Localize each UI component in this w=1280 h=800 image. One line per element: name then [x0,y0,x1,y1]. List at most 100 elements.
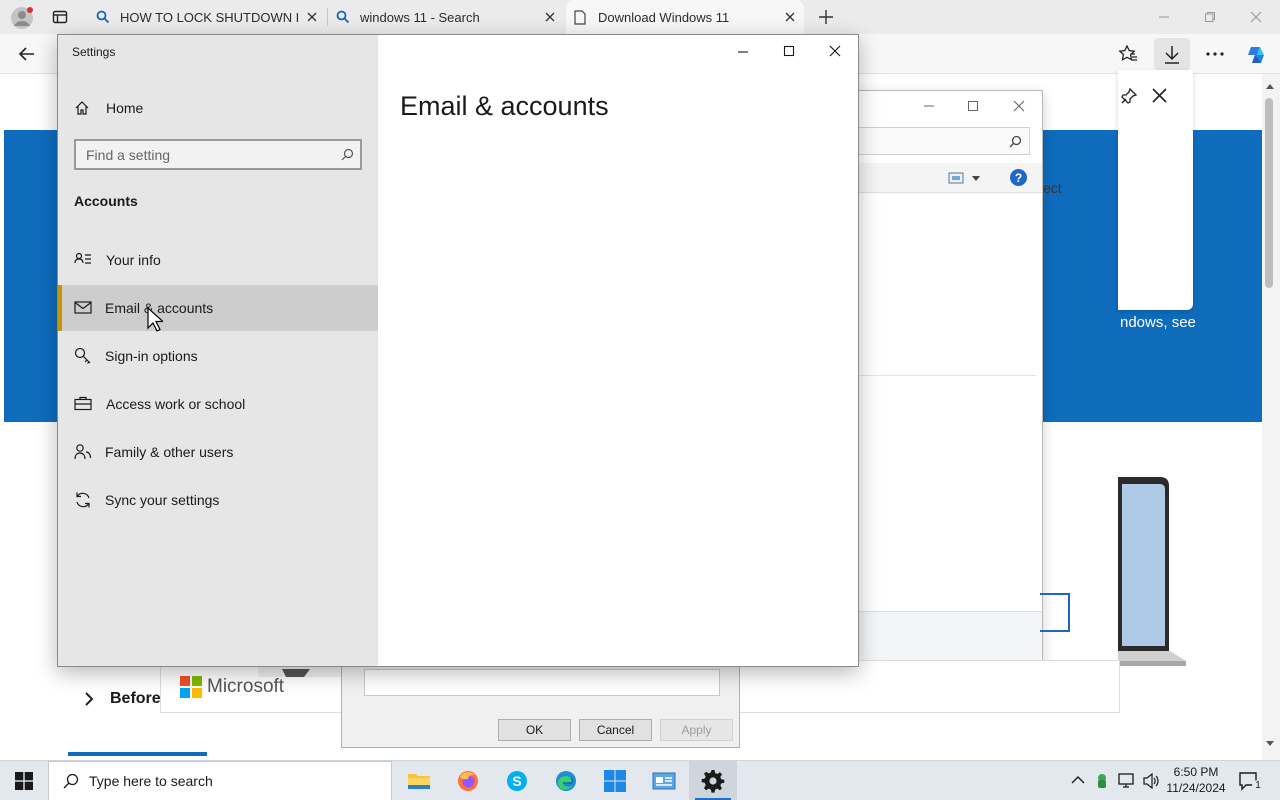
browser-tab-bar: HOW TO LOCK SHUTDOWN BUTTON windows 11 -… [0,0,1280,34]
settings-close-button[interactable] [820,40,850,62]
taskbar: Type here to search S 6:50 PM 11/24/2024… [0,760,1280,800]
microsoft-logo: Microsoft [180,676,284,698]
ok-button[interactable]: OK [498,719,571,741]
browser-minimize-button[interactable] [1150,8,1178,26]
nav-label: Access work or school [106,396,246,412]
mail-icon [74,301,92,314]
skype-app[interactable]: S [493,761,541,800]
page-heading: Email & accounts [400,91,609,121]
close-tab-icon[interactable] [784,11,796,23]
home-label: Home [106,100,144,116]
pin-icon[interactable] [1120,87,1138,105]
nav-email-accounts[interactable]: Email & accounts [58,285,378,331]
nav-label: Family & other users [105,444,234,460]
more-options-icon[interactable] [1206,52,1224,56]
close-tab-icon[interactable] [544,11,556,23]
file-explorer-app[interactable] [395,761,443,800]
explorer-divider [856,375,1036,376]
show-hidden-icons-chevron-icon[interactable] [1071,775,1085,785]
volume-icon[interactable] [1142,772,1160,790]
favorites-icon[interactable] [1118,44,1138,64]
profile-icon[interactable] [10,6,34,30]
apply-button[interactable]: Apply [660,719,733,741]
settings-window: Settings Home Accounts Your info Email [57,34,859,667]
nav-your-info[interactable]: Your info [58,237,378,283]
tray-app-icon[interactable] [1094,772,1110,790]
action-center-icon[interactable]: 1 [1238,771,1264,793]
browser-tab-active[interactable]: Download Windows 11 [566,0,804,34]
nav-family-other-users[interactable]: Family & other users [58,429,378,475]
mouse-cursor-icon [147,307,163,333]
scroll-down-arrow-icon[interactable] [1265,740,1275,748]
background-explorer-window: ? [835,90,1043,683]
browser-tab[interactable]: windows 11 - Search [328,0,566,34]
nav-sync-settings[interactable]: Sync your settings [58,477,378,523]
page-scroll-thumb[interactable] [1265,98,1273,288]
tab-title: Download Windows 11 [598,9,730,25]
edge-app[interactable] [542,761,590,800]
nav-label: Your info [106,252,161,268]
explorer-command-bar: ? [856,163,1042,193]
browser-tab[interactable]: HOW TO LOCK SHUTDOWN BUTTON [88,0,326,34]
explorer-maximize-button[interactable] [960,97,986,115]
explorer-minimize-button[interactable] [916,97,942,115]
view-options-icon[interactable] [948,171,980,185]
search-icon [63,773,79,789]
downloads-icon[interactable] [1154,38,1190,70]
clock-time: 6:50 PM [1173,765,1219,779]
laptop-illustration [1118,477,1188,689]
settings-window-title: Settings [72,45,116,59]
chevron-right-icon[interactable] [84,691,94,707]
settings-maximize-button[interactable] [774,40,804,62]
start-button[interactable] [0,761,48,800]
nav-sign-in-options[interactable]: Sign-in options [58,333,378,379]
browser-close-button[interactable] [1242,8,1270,26]
people-icon [74,443,92,461]
tab-actions-icon[interactable] [52,9,68,25]
windows-app[interactable] [591,761,639,800]
nav-label: Sync your settings [105,492,220,508]
focus-box [1040,593,1070,632]
settings-minimize-button[interactable] [728,40,758,62]
progress-strip [68,752,207,756]
before-label[interactable]: Before [110,690,161,708]
explorer-close-button[interactable] [1006,97,1032,115]
nav-access-work-school[interactable]: Access work or school [58,381,378,427]
person-card-icon [74,251,92,267]
help-icon[interactable]: ? [1010,169,1027,186]
firefox-app[interactable] [444,761,492,800]
cancel-button[interactable]: Cancel [579,719,652,741]
find-setting-input[interactable] [76,141,326,168]
close-popup-icon[interactable] [1152,88,1167,103]
taskbar-search[interactable]: Type here to search [48,761,392,800]
nav-home[interactable]: Home [58,85,378,131]
network-icon[interactable] [1118,772,1136,790]
clock-date: 11/24/2024 [1166,781,1226,795]
settings-sidebar: Settings Home Accounts Your info Email [58,35,378,666]
find-setting-search[interactable] [74,139,362,170]
hero-text: ndows, see [1120,314,1196,331]
explorer-search-box[interactable] [856,127,1030,155]
back-arrow-icon[interactable] [18,45,36,63]
partial-label: ect [1043,180,1062,196]
settings-app[interactable] [689,761,737,800]
scroll-up-arrow-icon[interactable] [1265,82,1275,90]
section-title: Accounts [74,193,138,209]
search-icon [1009,135,1022,148]
copilot-icon[interactable] [1245,43,1269,67]
control-panel-app[interactable] [640,761,688,800]
nav-label: Sign-in options [105,348,198,364]
page-icon [574,9,586,25]
popup-card [1118,70,1193,310]
tab-title: HOW TO LOCK SHUTDOWN BUTTON [120,9,298,25]
search-icon [341,148,354,161]
search-icon [96,10,110,24]
browser-restore-button[interactable] [1196,8,1224,26]
close-tab-icon[interactable] [306,11,318,23]
clock[interactable]: 6:50 PM 11/24/2024 [1164,764,1228,796]
new-tab-button[interactable] [818,9,834,25]
svg-text:S: S [512,773,521,789]
background-properties-dialog: OK Cancel Apply [341,662,740,748]
microsoft-logo-text: Microsoft [207,676,285,697]
home-icon [74,100,90,116]
